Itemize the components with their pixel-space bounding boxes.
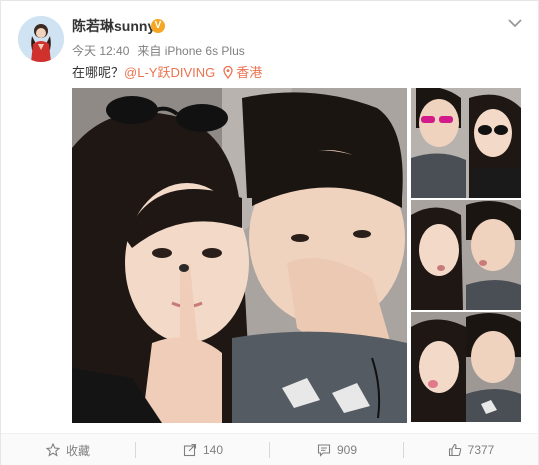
location-link[interactable]: 香港 [223,65,262,80]
comment-icon [317,444,331,457]
weibo-post-card: 陈若琳sunny V 今天 12:40 来自 iPhone 6s Plus 在哪呢… [0,0,539,465]
post-time[interactable]: 今天 12:40 [72,44,129,58]
verified-badge-icon: V [151,19,165,33]
favorite-button[interactable]: 收藏 [1,434,135,465]
post-source: 来自 iPhone 6s Plus [137,44,245,58]
post-actions-bar: 收藏 140 909 7377 [1,433,538,465]
share-icon [183,443,197,457]
thumbnail-photo[interactable] [411,200,521,310]
repost-count: 140 [202,443,224,457]
main-photo[interactable] [72,88,407,423]
chevron-down-icon[interactable] [506,15,524,31]
map-pin-icon [223,65,233,84]
repost-button[interactable]: 140 [136,434,270,465]
comment-button[interactable]: 909 [270,434,404,465]
location-label: 香港 [236,65,263,80]
post-text-prefix: 在哪呢？ [72,65,125,80]
username[interactable]: 陈若琳sunny [72,17,155,35]
post-meta: 今天 12:40 来自 iPhone 6s Plus [72,43,245,59]
mention-link[interactable]: @L-Y跃DIVING [124,65,215,80]
like-count: 7377 [467,443,495,457]
comment-count: 909 [336,443,358,457]
thumbnail-photo[interactable] [411,88,521,198]
favorite-label: 收藏 [65,443,90,458]
thumbnail-photo[interactable] [411,312,521,422]
like-button[interactable]: 7377 [404,434,538,465]
thumbs-up-icon [448,443,461,457]
star-icon [45,443,60,457]
post-text: 在哪呢？@L-Y跃DIVING 香港 [72,64,262,84]
avatar[interactable] [18,16,64,62]
